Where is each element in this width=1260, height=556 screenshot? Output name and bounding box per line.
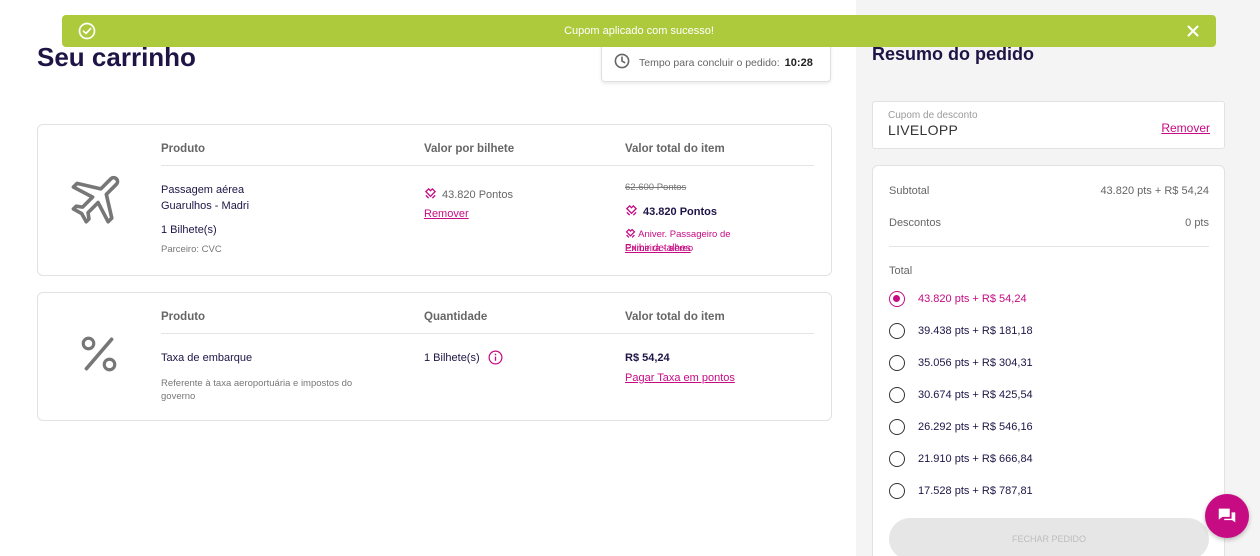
total-label: Total — [889, 265, 913, 277]
close-order-button[interactable]: FECHAR PEDIDO — [889, 518, 1209, 556]
totals-box: Subtotal 43.820 pts + R$ 54,24 Descontos… — [872, 165, 1225, 556]
product-description: Referente à taxa aeroportuária e imposto… — [161, 378, 353, 402]
payment-option[interactable]: 43.820 pts + R$ 54,24 — [889, 291, 1189, 307]
payment-option-label: 35.056 pts + R$ 304,31 — [918, 357, 1033, 369]
payment-option-label: 21.910 pts + R$ 666,84 — [918, 453, 1033, 465]
unit-points: 43.820 Pontos — [424, 187, 513, 203]
col-header-product: Produto — [161, 143, 206, 155]
payment-option-label: 30.674 pts + R$ 425,54 — [918, 389, 1033, 401]
ticket-count: 1 Bilhete(s) — [161, 224, 217, 236]
radio-button[interactable] — [889, 323, 905, 339]
remove-item-link[interactable]: Remover — [424, 208, 469, 220]
unit-points-value: 43.820 Pontos — [442, 189, 513, 201]
payment-option[interactable]: 21.910 pts + R$ 666,84 — [889, 451, 1189, 467]
product-name: Passagem aérea — [161, 184, 245, 196]
payment-option-label: 26.292 pts + R$ 546,16 — [918, 421, 1033, 433]
payment-option-label: 39.438 pts + R$ 181,18 — [918, 325, 1033, 337]
coupon-remove-link[interactable]: Remover — [1161, 121, 1210, 135]
col-header-quantity: Quantidade — [424, 311, 488, 323]
payment-option-label: 17.528 pts + R$ 787,81 — [918, 485, 1033, 497]
cart-item-tax: Produto Quantidade Valor total do item T… — [37, 292, 832, 421]
tax-total: R$ 54,24 — [625, 352, 670, 364]
order-summary-panel: Resumo do pedido Cupom de desconto LIVEL… — [856, 0, 1260, 556]
header-divider — [161, 333, 814, 334]
old-points: 62.600 Pontos — [625, 182, 687, 193]
success-toast: Cupom aplicado com sucesso! — [62, 15, 1216, 47]
order-timer: Tempo para concluir o pedido: 10:28 — [601, 44, 831, 82]
total-points-value: 43.820 Pontos — [643, 206, 717, 218]
discounts-value: 0 pts — [1185, 217, 1209, 229]
radio-button[interactable] — [889, 483, 905, 499]
points-icon — [625, 204, 643, 220]
partner-label: Parceiro: CVC — [161, 244, 222, 255]
col-header-product: Produto — [161, 311, 206, 323]
airplane-icon — [68, 167, 130, 234]
radio-button[interactable] — [889, 419, 905, 435]
check-circle-icon — [78, 22, 96, 45]
timer-label: Tempo para concluir o pedido: — [639, 56, 780, 69]
subtotal-label: Subtotal — [889, 185, 930, 197]
radio-button[interactable] — [889, 291, 905, 307]
coupon-field[interactable]: Cupom de desconto LIVELOPP Remover — [872, 101, 1225, 149]
toast-message: Cupom aplicado com sucesso! — [564, 25, 714, 37]
radio-button[interactable] — [889, 387, 905, 403]
subtotal-value: 43.820 pts + R$ 54,24 — [1100, 185, 1209, 197]
payment-option[interactable]: 30.674 pts + R$ 425,54 — [889, 387, 1189, 403]
summary-divider — [889, 246, 1209, 247]
chat-button[interactable] — [1205, 494, 1249, 538]
show-details-link[interactable]: Exibir detalhes — [625, 243, 691, 254]
col-header-total-value: Valor total do item — [625, 311, 725, 323]
product-route: Guarulhos - Madri — [161, 200, 250, 212]
discounts-row: Descontos 0 pts — [889, 217, 1209, 229]
info-icon[interactable] — [488, 350, 503, 365]
coupon-label: Cupom de desconto — [888, 110, 978, 121]
close-icon[interactable] — [1184, 22, 1202, 45]
quantity-value: 1 Bilhete(s) — [424, 350, 503, 365]
subtotal-row: Subtotal 43.820 pts + R$ 54,24 — [889, 185, 1209, 197]
quantity-text: 1 Bilhete(s) — [424, 351, 480, 364]
timer-value: 10:28 — [784, 56, 813, 69]
product-name: Taxa de embarque — [161, 352, 253, 364]
payment-option[interactable]: 35.056 pts + R$ 304,31 — [889, 355, 1189, 371]
pay-tax-points-link[interactable]: Pagar Taxa em pontos — [625, 372, 735, 384]
header-divider — [161, 165, 814, 166]
cart-item-flight: Produto Valor por bilhete Valor total do… — [37, 124, 832, 276]
points-icon — [625, 228, 636, 243]
radio-button[interactable] — [889, 355, 905, 371]
payment-option-label: 43.820 pts + R$ 54,24 — [918, 293, 1027, 305]
col-header-unit-value: Valor por bilhete — [424, 143, 515, 155]
summary-title: Resumo do pedido — [872, 44, 1034, 64]
percent-icon — [78, 333, 120, 380]
payment-option[interactable]: 17.528 pts + R$ 787,81 — [889, 483, 1189, 499]
chat-icon — [1216, 505, 1238, 527]
payment-option[interactable]: 26.292 pts + R$ 546,16 — [889, 419, 1189, 435]
radio-button[interactable] — [889, 451, 905, 467]
total-points: 43.820 Pontos — [625, 204, 717, 220]
coupon-value: LIVELOPP — [888, 122, 959, 138]
clock-icon — [614, 53, 630, 72]
col-header-total-value: Valor total do item — [625, 143, 725, 155]
discounts-label: Descontos — [889, 217, 941, 229]
payment-option[interactable]: 39.438 pts + R$ 181,18 — [889, 323, 1189, 339]
points-icon — [424, 187, 442, 203]
